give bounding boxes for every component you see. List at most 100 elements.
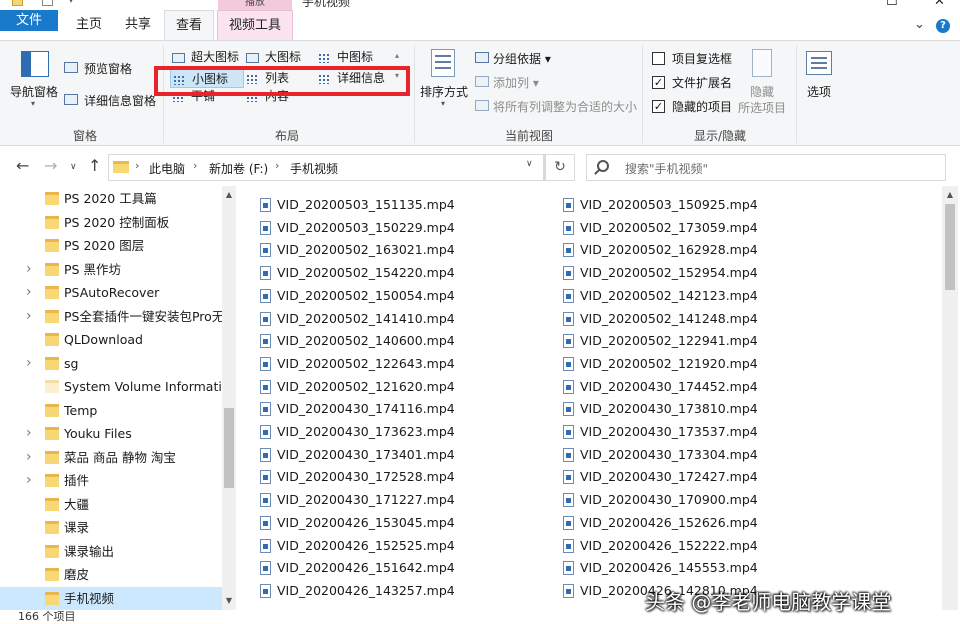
video-file-icon [260, 288, 271, 303]
scroll-down-icon[interactable]: ▼ [222, 596, 236, 605]
item-check-boxes-label[interactable]: 项目复选框 [672, 50, 732, 67]
video-file-icon [260, 356, 271, 371]
chevron-down-icon[interactable]: ▾ [441, 99, 445, 108]
details-pane-button[interactable]: 详细信息窗格 [84, 92, 156, 109]
chevron-right-icon[interactable]: › [26, 352, 32, 375]
maximize-icon[interactable]: ☐ [886, 0, 898, 9]
breadcrumb-this-pc[interactable]: 此电脑 [149, 160, 185, 177]
tab-file[interactable]: 文件 [0, 10, 58, 31]
nav-tree-item[interactable]: 课录输出 [0, 540, 222, 563]
tab-share[interactable]: 共享 [114, 10, 162, 40]
search-box[interactable]: 搜索"手机视频" [586, 154, 946, 181]
nav-pane-button[interactable]: 导航窗格 [10, 83, 58, 100]
group-by-button[interactable]: 分组依据 ▾ [493, 50, 551, 67]
nav-tree-item[interactable]: › 插件 [0, 469, 222, 492]
chevron-right-icon[interactable]: › [26, 469, 32, 492]
layout-scroll-up-icon[interactable]: ▴ [392, 51, 402, 60]
breadcrumb-current[interactable]: 手机视频 [290, 160, 338, 177]
nav-pane-scroll-thumb[interactable] [224, 408, 234, 488]
tab-view[interactable]: 查看 [164, 10, 214, 41]
nav-tree-item[interactable]: 磨皮 [0, 563, 222, 586]
sort-by-button[interactable]: 排序方式 [420, 83, 468, 100]
item-check-boxes-checkbox[interactable] [652, 52, 665, 65]
tab-home[interactable]: 主页 [64, 10, 114, 40]
nav-tree-item[interactable]: Temp [0, 399, 222, 422]
back-arrow-icon[interactable]: ← [16, 156, 29, 175]
nav-pane-scrollbar[interactable]: ▲ ▼ [222, 186, 236, 610]
video-file-icon [563, 470, 574, 485]
video-file-icon [563, 425, 574, 439]
nav-tree-item[interactable]: › sg [0, 352, 222, 375]
layout-large-icons[interactable]: 大图标 [246, 48, 301, 67]
nav-tree-item[interactable]: 课录 [0, 516, 222, 539]
nav-tree-item[interactable]: › Youku Files [0, 422, 222, 445]
refresh-button[interactable]: ↻ [545, 154, 575, 181]
hide-selected-label-2[interactable]: 所选项目 [738, 99, 786, 116]
file-name: VID_20200426_151642.mp4 [277, 560, 455, 576]
group-by-label: 分组依据 [493, 52, 542, 66]
address-bar[interactable]: › 此电脑 › 新加卷 (F:) › 手机视频 [108, 154, 544, 181]
hide-selected-label-1[interactable]: 隐藏 [750, 83, 774, 100]
chevron-right-icon[interactable]: › [26, 258, 32, 281]
file-extensions-label[interactable]: 文件扩展名 [672, 74, 732, 91]
nav-tree-item[interactable]: PS 2020 控制面板 [0, 211, 222, 234]
nav-tree-item[interactable]: 手机视频 [0, 586, 222, 610]
sort-by-icon[interactable] [431, 49, 455, 77]
ribbon: 导航窗格 ▾ 预览窗格 详细信息窗格 窗格 超大图标 大图标 中图标 小图标 列… [0, 40, 960, 146]
nav-tree-item[interactable]: › 菜品 商品 静物 淘宝 [0, 446, 222, 469]
chevron-down-icon[interactable]: ⌄ [914, 17, 925, 32]
navigation-pane[interactable]: 手机视频 磨皮 课录输出 课录 大疆 › 插件 › 菜品 商品 静物 淘宝 › Youku File… [0, 186, 238, 610]
nav-tree-item[interactable]: › PS全套插件一键安装包Pro无需 [0, 305, 222, 328]
options-icon[interactable] [806, 51, 832, 75]
close-icon[interactable]: ✕ [934, 0, 945, 9]
folder-icon[interactable] [12, 0, 23, 6]
scroll-up-icon[interactable]: ▲ [943, 190, 957, 199]
window-title: 手机视频 [302, 0, 351, 9]
tab-video-tools[interactable]: 视频工具 [217, 10, 293, 40]
nav-tree-item[interactable]: PS 2020 图层 [0, 234, 222, 257]
chevron-right-icon[interactable]: › [26, 446, 32, 469]
nav-tree-item[interactable]: › PS 黑作坊 [0, 258, 222, 281]
chevron-right-icon[interactable]: › [193, 159, 197, 172]
video-file-icon [260, 220, 271, 235]
hide-selected-icon[interactable] [752, 49, 772, 77]
chevron-right-icon[interactable]: › [275, 159, 279, 172]
hidden-items-checkbox[interactable]: ✓ [652, 100, 665, 113]
up-arrow-icon[interactable]: ↑ [88, 156, 101, 175]
chevron-right-icon[interactable]: › [26, 305, 32, 328]
file-list-scroll-thumb[interactable] [945, 204, 955, 290]
nav-tree-item-label: PS 2020 控制面板 [64, 214, 170, 230]
nav-tree-item[interactable]: PS 2020 工具篇 [0, 187, 222, 210]
navigation-pane-icon[interactable] [21, 51, 49, 77]
layout-medium-icons[interactable]: 中图标 [318, 48, 373, 67]
breadcrumb-volume[interactable]: 新加卷 (F:) [209, 160, 268, 177]
file-list-scrollbar[interactable]: ▲ [942, 186, 958, 610]
size-all-columns-button[interactable]: 将所有列调整为合适的大小 [493, 98, 637, 115]
recent-locations-icon[interactable]: ∨ [70, 162, 77, 172]
highlight-annotation [154, 66, 410, 96]
search-input[interactable]: 搜索"手机视频" [625, 160, 708, 177]
chevron-down-icon[interactable]: ▾ [31, 99, 35, 108]
nav-tree-item-label: 插件 [64, 473, 90, 488]
layout-extra-large-icons[interactable]: 超大图标 [172, 48, 239, 67]
help-icon[interactable]: ? [936, 19, 950, 33]
preview-pane-button[interactable]: 预览窗格 [84, 60, 132, 77]
chevron-right-icon[interactable]: › [26, 422, 32, 445]
nav-tree-item[interactable]: 大疆 [0, 493, 222, 516]
hidden-items-label[interactable]: 隐藏的项目 [672, 98, 732, 115]
chevron-right-icon[interactable]: › [135, 159, 139, 172]
file-list[interactable]: ▲ VID_20200503_151135.mp4 VID_20200503_15… [240, 186, 960, 610]
scroll-up-icon[interactable]: ▲ [222, 190, 236, 199]
address-dropdown-icon[interactable]: ∨ [526, 159, 533, 169]
add-columns-button[interactable]: 添加列 ▾ [493, 74, 539, 91]
file-extensions-checkbox[interactable]: ✓ [652, 76, 665, 89]
nav-tree-item[interactable]: › PSAutoRecover [0, 281, 222, 304]
properties-icon[interactable] [42, 0, 53, 6]
chevron-right-icon[interactable]: › [26, 281, 32, 304]
nav-tree-item[interactable]: System Volume Information [0, 375, 222, 398]
file-name: VID_20200430_171227.mp4 [277, 492, 455, 508]
chevron-down-icon[interactable]: ▾ [68, 0, 74, 6]
options-button[interactable]: 选项 [807, 83, 831, 100]
nav-tree-item[interactable]: QLDownload [0, 328, 222, 351]
forward-arrow-icon[interactable]: → [44, 156, 57, 175]
